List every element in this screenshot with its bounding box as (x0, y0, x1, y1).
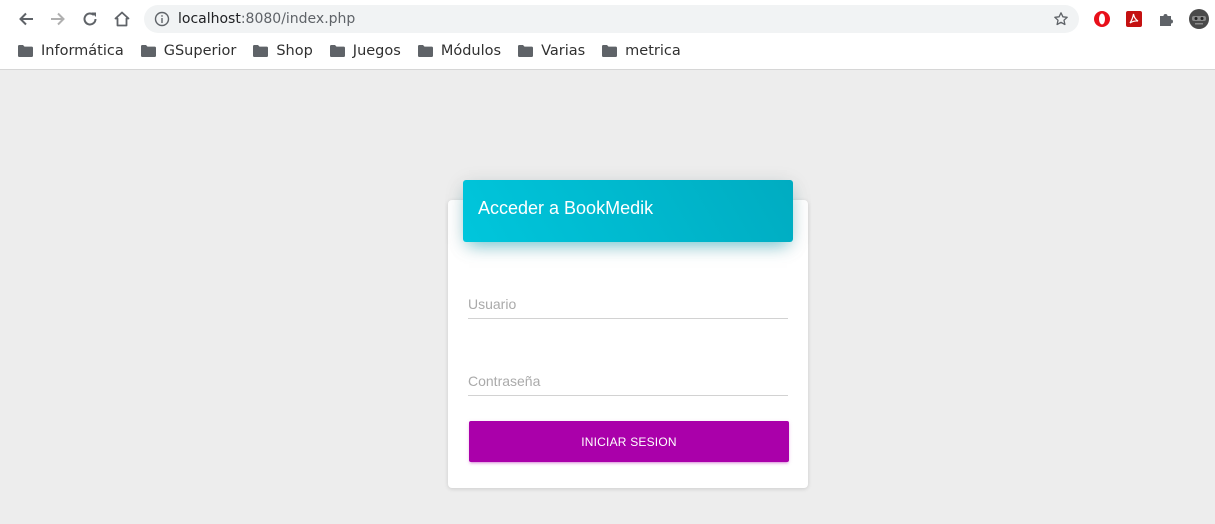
bookmark-shop[interactable]: Shop (253, 43, 313, 59)
star-icon[interactable] (1053, 11, 1069, 27)
reload-icon (83, 12, 97, 26)
bookmark-informatica[interactable]: Informática (18, 43, 124, 59)
bookmark-label: Varias (541, 43, 586, 59)
folder-icon (18, 45, 33, 57)
info-icon[interactable] (154, 11, 170, 27)
opera-extension[interactable] (1092, 9, 1112, 29)
back-icon (19, 12, 33, 26)
pdf-extension[interactable] (1124, 9, 1144, 29)
reload-button[interactable] (79, 8, 101, 30)
url-path: :8080/index.php (240, 11, 356, 27)
login-button[interactable]: INICIAR SESION (469, 421, 789, 462)
login-title: Acceder a BookMedik (478, 198, 654, 218)
folder-icon (329, 45, 345, 57)
url-host: localhost (178, 11, 241, 27)
password-field (468, 366, 788, 396)
folder-icon (140, 45, 156, 57)
bookmark-modulos[interactable]: Módulos (417, 43, 502, 59)
puzzle-icon (1160, 14, 1173, 26)
bookmark-label: metrica (625, 43, 681, 59)
username-field (468, 289, 788, 319)
extensions-button[interactable] (1156, 9, 1176, 29)
pdf-icon (1126, 11, 1142, 27)
folder-icon (417, 45, 433, 57)
address-bar[interactable]: localhost:8080/index.php (144, 5, 1079, 33)
bookmark-metrica[interactable]: metrica (602, 43, 681, 59)
bookmark-label: Módulos (440, 43, 502, 59)
folder-icon (602, 45, 618, 57)
folder-icon (253, 45, 269, 57)
username-input[interactable] (468, 289, 788, 318)
folder-icon (518, 45, 534, 57)
browser-chrome: localhost:8080/index.php Informática GSu… (0, 0, 1215, 70)
bookmark-label: Shop (276, 43, 313, 59)
bookmark-label: GSuperior (163, 43, 237, 59)
bookmark-juegos[interactable]: Juegos (329, 43, 401, 59)
opera-icon (1094, 11, 1110, 27)
bookmark-label: Juegos (352, 43, 401, 59)
browser-toolbar: localhost:8080/index.php (0, 0, 1215, 38)
bookmark-label: Informática (41, 43, 124, 59)
bookmark-gsuperior[interactable]: GSuperior (140, 43, 237, 59)
home-icon (114, 11, 130, 27)
profile-button[interactable] (1188, 8, 1210, 30)
avatar-icon (1189, 9, 1209, 29)
bookmarks-bar: Informática GSuperior Shop Juegos Módulo… (18, 40, 698, 62)
bookmark-varias[interactable]: Varias (518, 43, 585, 59)
forward-icon (51, 12, 65, 26)
login-card-header: Acceder a BookMedik (463, 180, 793, 242)
home-button[interactable] (111, 8, 133, 30)
forward-button[interactable] (47, 8, 69, 30)
url-text[interactable]: localhost:8080/index.php (178, 11, 355, 27)
password-input[interactable] (468, 366, 788, 395)
back-button[interactable] (15, 8, 37, 30)
